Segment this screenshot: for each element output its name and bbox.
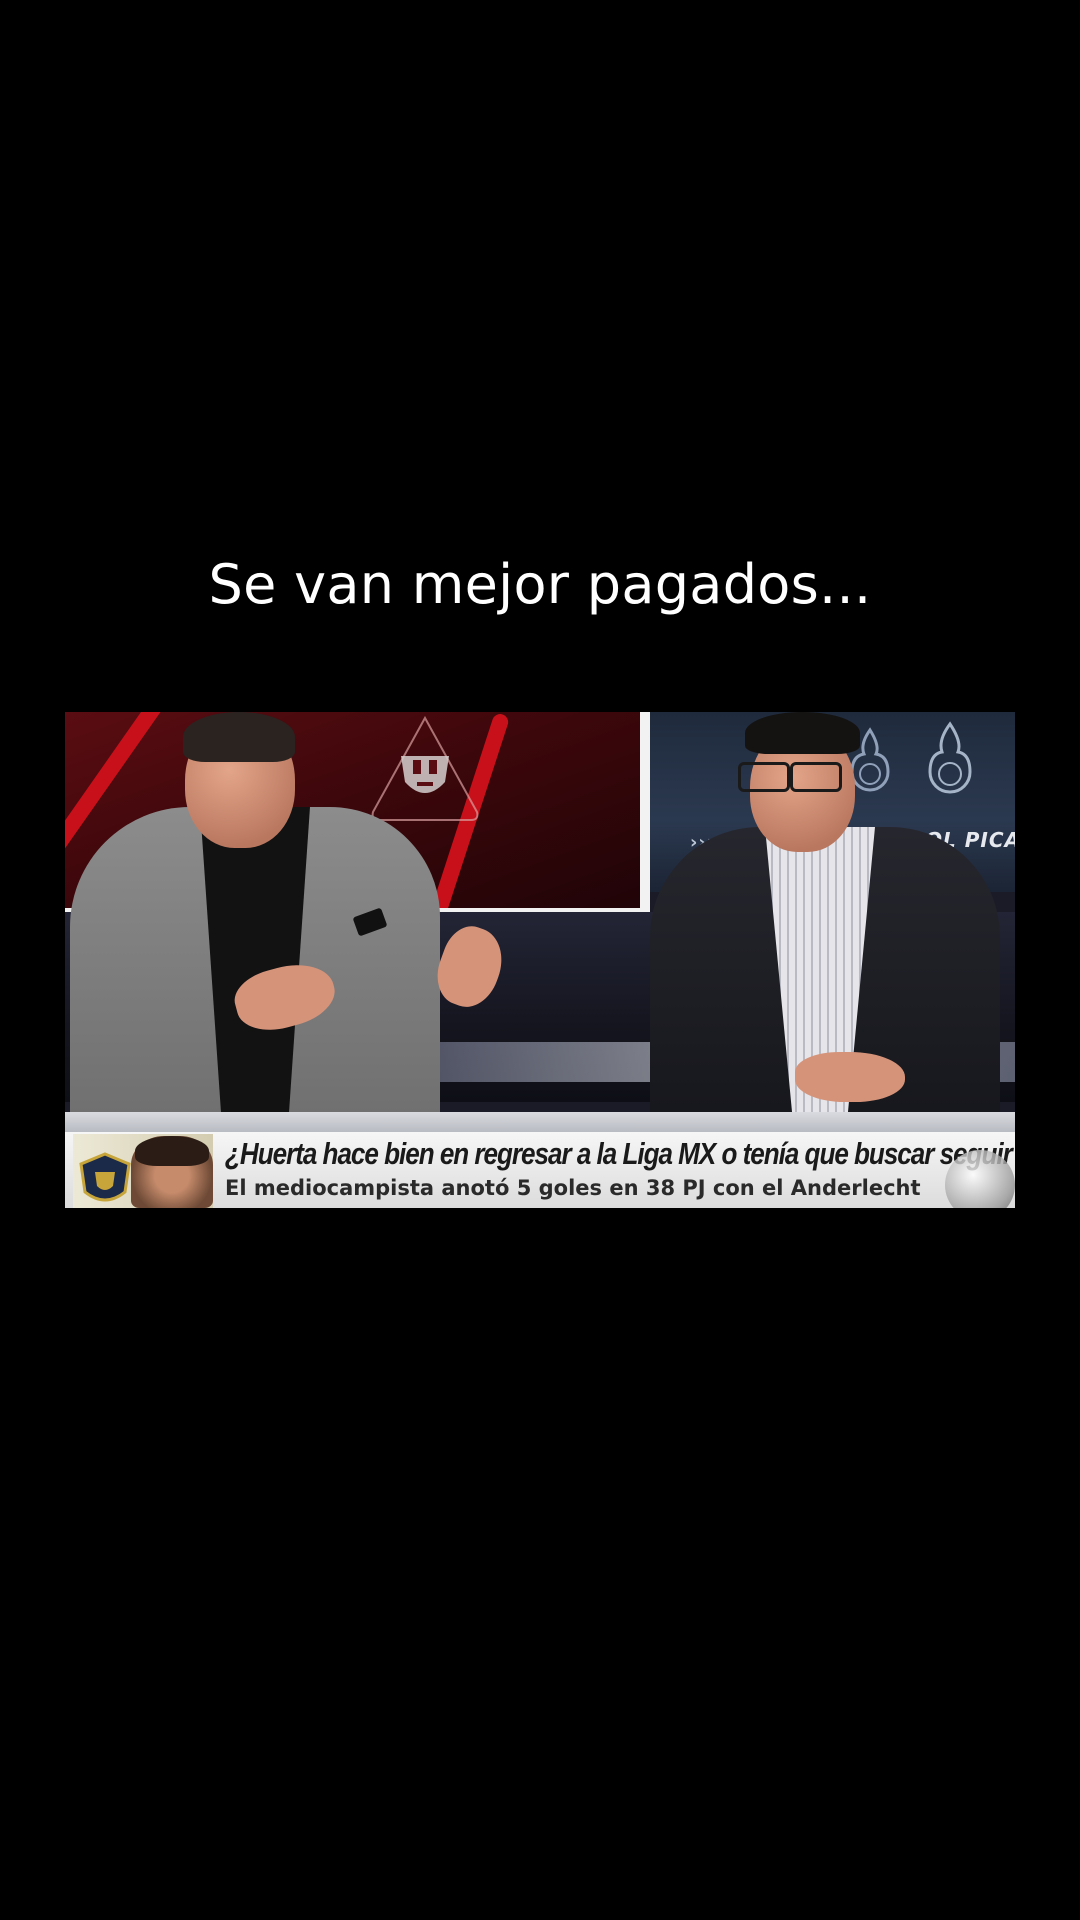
lower-third-subtitle: El mediocampista anotó 5 goles en 38 PJ … <box>225 1176 921 1200</box>
lower-third-question: ¿Huerta hace bien en regresar a la Liga … <box>225 1136 1015 1171</box>
video-screen: Se van mejor pagados... PIC ¿Huerta hace… <box>0 0 1080 1920</box>
flame-ball-icon <box>928 721 972 794</box>
lower-third-banner: ¿Huerta hace bien en regresar a la Liga … <box>65 1132 1015 1208</box>
pumas-crest-icon <box>79 1152 131 1202</box>
player-photo <box>131 1136 213 1208</box>
lower-third-thumb <box>73 1134 213 1208</box>
video-frame[interactable]: ›››› FUTBOL PICA <box>65 712 1015 1208</box>
video-caption: Se van mejor pagados... <box>208 553 872 616</box>
